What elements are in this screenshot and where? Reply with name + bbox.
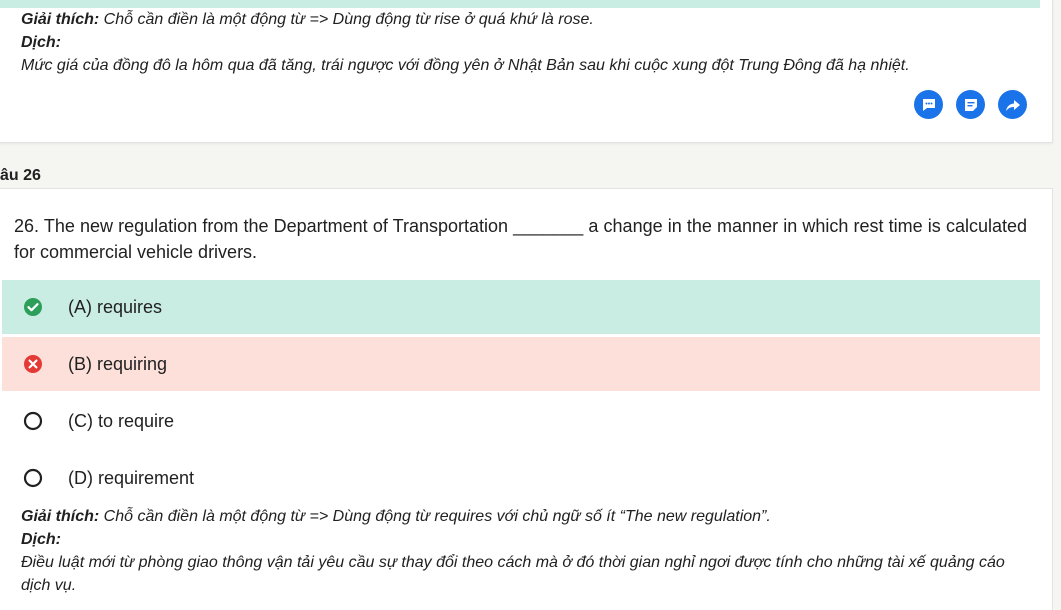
explanation-label: Giải thích: [21, 11, 100, 28]
share-arrow-icon [1005, 99, 1020, 111]
question-card: 26. The new regulation from the Departme… [0, 188, 1053, 610]
explanation: Giải thích: Chỗ cần điền là một động từ … [21, 505, 771, 528]
previous-translation-text: Mức giá của đồng đô la hôm qua đã tăng, … [21, 57, 910, 74]
check-circle-icon [23, 297, 43, 317]
translation-text: Điều luật mới từ phòng giao thông vận tả… [21, 554, 1005, 594]
radio-empty-icon[interactable] [23, 468, 43, 488]
option-c-label: (C) to require [68, 410, 175, 431]
share-button[interactable] [998, 90, 1027, 119]
radio-empty-icon[interactable] [23, 411, 43, 431]
note-icon [964, 98, 977, 111]
previous-translation-label: Dịch: [21, 34, 61, 51]
option-a[interactable]: (A) requires [2, 280, 1040, 334]
explanation-text: Chỗ cần điền là một động từ => Dùng động… [99, 508, 771, 525]
question-number-label: âu 26 [0, 167, 41, 184]
option-c[interactable]: (C) to require [2, 394, 1040, 448]
chat-bubble-icon [922, 98, 935, 111]
option-b[interactable]: (B) requiring [2, 337, 1040, 391]
option-b-label: (B) requiring [68, 353, 168, 374]
x-circle-icon [23, 354, 43, 374]
question-text: 26. The new regulation from the Departme… [14, 216, 1027, 262]
translation-label: Dịch: [21, 531, 61, 548]
explanation-label: Giải thích: [21, 508, 100, 525]
explanation-text: Chỗ cần điền là một động từ => Dùng động… [99, 11, 594, 28]
option-a-label: (A) requires [68, 296, 163, 317]
previous-correct-option-strip [0, 0, 1040, 8]
note-button[interactable] [956, 90, 985, 119]
previous-explanation: Giải thích: Chỗ cần điền là một động từ … [21, 8, 594, 31]
option-d[interactable]: (D) requirement [2, 451, 1040, 505]
previous-question-card: Giải thích: Chỗ cần điền là một động từ … [0, 0, 1053, 143]
option-d-label: (D) requirement [68, 467, 195, 488]
comment-button[interactable] [914, 90, 943, 119]
action-buttons [914, 90, 1027, 119]
